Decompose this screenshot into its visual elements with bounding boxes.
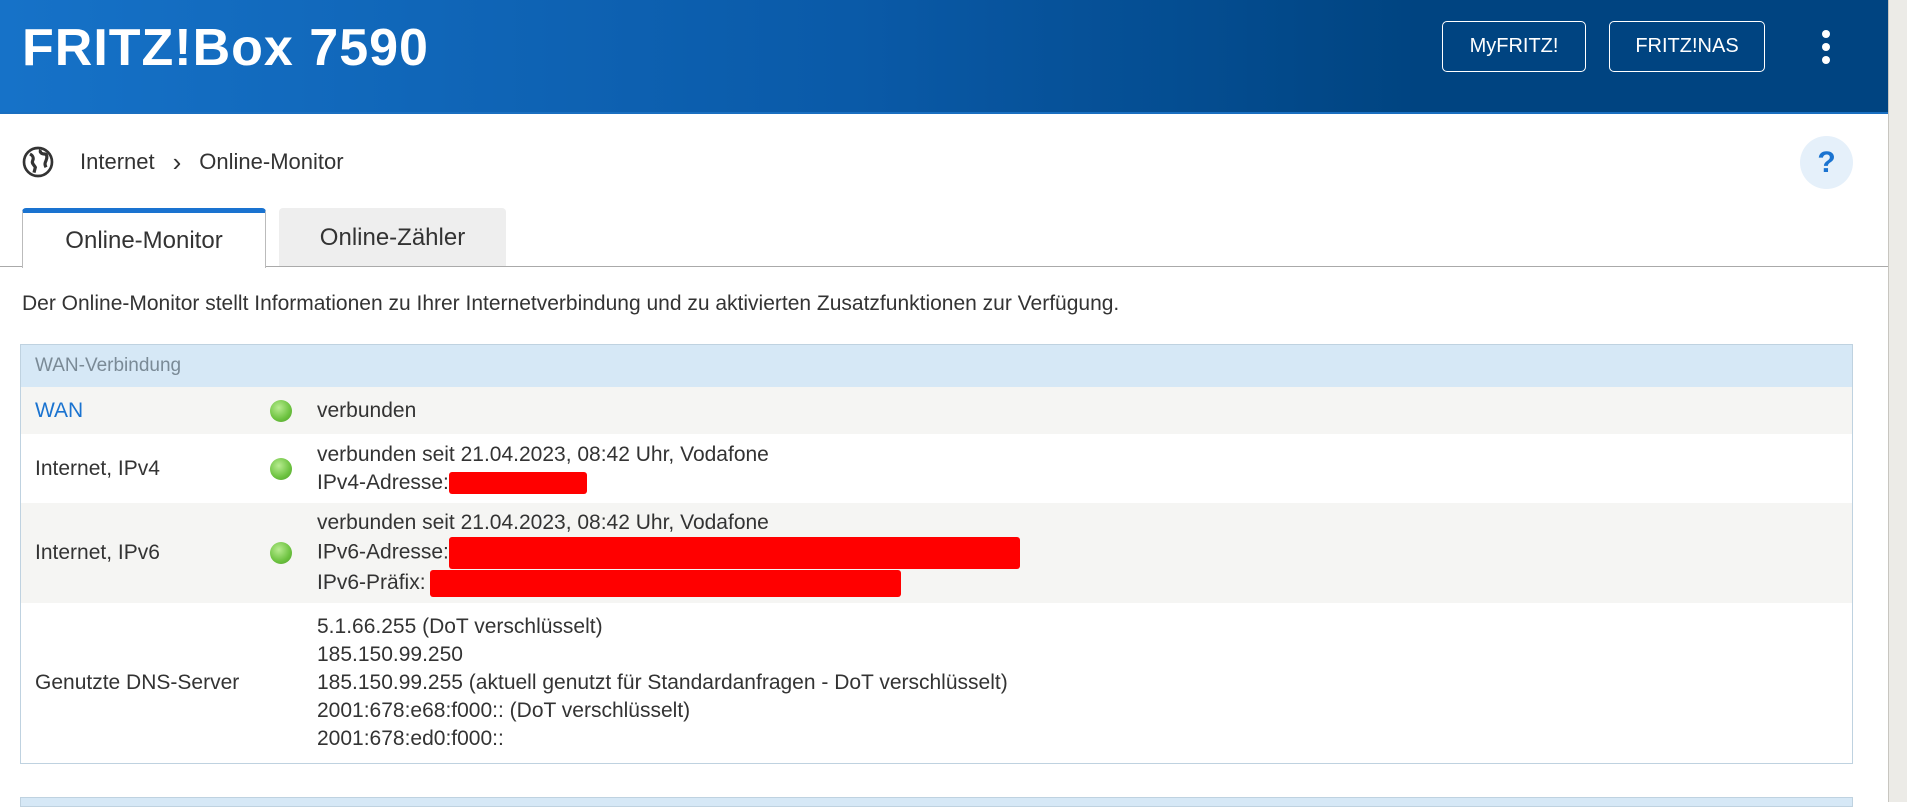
dns-server: 185.150.99.255 (aktuell genutzt für Stan… <box>317 671 1008 694</box>
status-ok-icon <box>270 457 292 480</box>
globe-icon <box>22 146 54 178</box>
dns-server: 2001:678:ed0:f000:: <box>317 727 504 750</box>
table-row-dns: Genutzte DNS-Server 5.1.66.255 (DoT vers… <box>21 603 1852 763</box>
dns-label: Genutzte DNS-Server <box>35 671 240 694</box>
redaction-ipv6-address <box>448 537 1020 569</box>
breadcrumb-current: Online-Monitor <box>199 149 344 174</box>
tab-online-monitor[interactable]: Online-Monitor <box>22 208 266 268</box>
breadcrumb-internet[interactable]: Internet <box>80 149 155 175</box>
dns-server: 5.1.66.255 (DoT verschlüsselt) <box>317 615 603 638</box>
ipv6-prefix-label: IPv6-Präfix: <box>317 571 426 594</box>
chevron-right-icon: › <box>172 146 182 177</box>
scrollbar[interactable] <box>1888 0 1907 802</box>
wan-link[interactable]: WAN <box>35 397 83 425</box>
redaction-ipv4 <box>448 471 587 494</box>
next-section-header <box>20 797 1853 807</box>
fritznas-button[interactable]: FRITZ!NAS <box>1609 21 1765 72</box>
tab-divider <box>0 266 1888 267</box>
table-body: WAN verbunden Internet, IPv4 verbunden s… <box>21 387 1852 763</box>
table-row-ipv6: Internet, IPv6 verbunden seit 21.04.2023… <box>21 503 1852 603</box>
app-title: FRITZ!Box 7590 <box>22 19 429 77</box>
ipv4-address-label: IPv4-Adresse: <box>317 470 449 494</box>
status-ok-icon <box>270 542 292 564</box>
more-menu-icon[interactable] <box>1812 30 1840 64</box>
ipv4-label: Internet, IPv4 <box>35 456 160 480</box>
top-bar: FRITZ!Box 7590 MyFRITZ! FRITZ!NAS <box>0 0 1888 114</box>
myfritz-button[interactable]: MyFRITZ! <box>1442 21 1586 72</box>
help-button[interactable]: ? <box>1800 136 1853 189</box>
dns-server: 185.150.99.250 <box>317 643 463 666</box>
redaction-ipv6-prefix <box>429 569 901 597</box>
wan-status: verbunden <box>317 398 417 422</box>
table-header: WAN-Verbindung <box>21 345 1852 387</box>
status-ok-icon <box>270 399 292 422</box>
dns-server: 2001:678:e68:f000:: (DoT verschlüsselt) <box>317 699 691 722</box>
ipv6-status: verbunden seit 21.04.2023, 08:42 Uhr, Vo… <box>317 511 769 534</box>
table-row-ipv4: Internet, IPv4 verbunden seit 21.04.2023… <box>21 434 1852 503</box>
ipv4-status: verbunden seit 21.04.2023, 08:42 Uhr, Vo… <box>317 442 769 466</box>
tab-online-zaehler[interactable]: Online-Zähler <box>279 208 506 267</box>
ipv6-address-label: IPv6-Adresse: <box>317 540 449 564</box>
breadcrumb: Internet › Online-Monitor <box>22 146 344 178</box>
page-description: Der Online-Monitor stellt Informationen … <box>22 292 1120 315</box>
wan-connection-table: WAN-Verbindung WAN verbunden Internet, I… <box>20 344 1853 764</box>
table-row-wan: WAN verbunden <box>21 387 1852 434</box>
ipv6-label: Internet, IPv6 <box>35 541 160 564</box>
